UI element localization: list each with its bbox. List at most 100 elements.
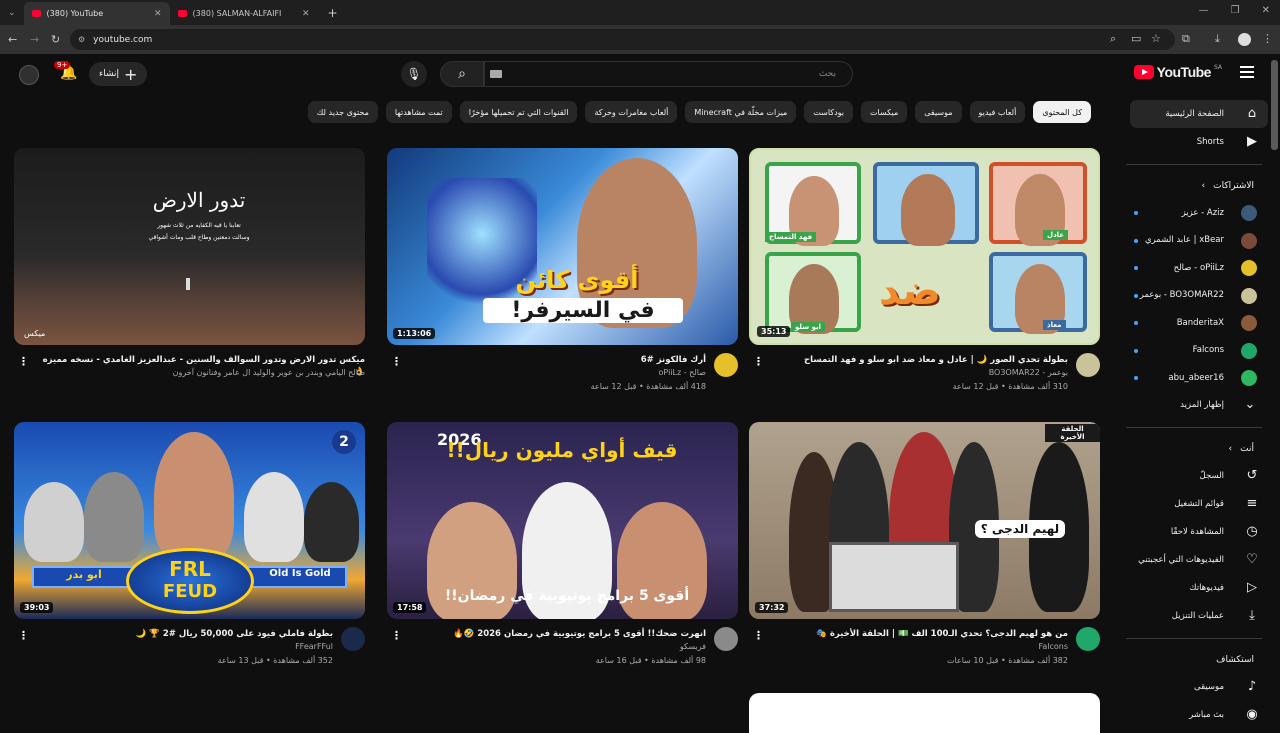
video-card[interactable]: ضد عادل فهد التمساح معاذ ابو سلو 35:13 ب… [749,148,1100,413]
chevron-left-icon: › [1228,444,1233,454]
voice-search-button[interactable]: 🎙 [401,61,427,87]
channel-avatar[interactable] [341,627,365,651]
hamburger-menu-icon[interactable] [1240,66,1254,78]
channel-avatar[interactable] [1076,353,1100,377]
extensions-icon[interactable]: ⧉ [1182,32,1190,46]
creator-image [304,482,359,562]
browser-tab-salman[interactable]: (380) SALMAN-ALFAIFI ✕ [170,2,318,25]
video-thumbnail[interactable]: أقوى كائن في السيرفر! 1:13:06 [387,148,738,345]
more-actions-icon[interactable]: ⋮ [391,355,402,368]
video-thumbnail[interactable]: الحلقة الأخيرة لهيم الدجى ؟ 37:32 [749,422,1100,619]
sidebar-item-downloads[interactable]: ⤓ عمليات التنزيل [1116,602,1280,630]
search-button[interactable]: ⌕ [440,61,484,87]
account-avatar[interactable] [19,65,39,85]
subscriptions-header[interactable]: الاشتراكات › [1116,173,1280,199]
channel-avatar[interactable] [714,353,738,377]
more-actions-icon[interactable]: ⋮ [753,355,764,368]
sidebar-item-music[interactable]: ♪ موسيقى [1116,673,1280,701]
tab-search-icon[interactable]: ⌄ [8,8,16,18]
you-header[interactable]: أنت › [1116,436,1280,462]
channel-avatar[interactable] [1076,627,1100,651]
close-tab-icon[interactable]: ✕ [302,9,310,19]
video-card[interactable]: أقوى كائن في السيرفر! 1:13:06 أرك فالكون… [387,148,738,413]
channel-name[interactable]: صالح - oPiiLz [409,368,706,377]
video-card[interactable]: 2 FRL FEUD ابو بدر Old Is Gold 39:03 بطو… [14,422,365,687]
sidebar-item-your-videos[interactable]: ▷ فيديوهاتك [1116,574,1280,602]
video-thumbnail[interactable]: 2 FRL FEUD ابو بدر Old Is Gold 39:03 [14,422,365,619]
profile-icon[interactable] [1238,33,1251,46]
subscription-aziz[interactable]: Aziz - عزيز [1116,199,1280,227]
channel-name[interactable]: FFearFFul [36,642,333,651]
sidebar-item-history[interactable]: ↺ السجلّ [1116,462,1280,490]
address-bar[interactable]: ⚙ youtube.com [70,29,1175,50]
new-content-dot [1134,348,1138,353]
subscription-abu-abeer16[interactable]: abu_abeer16 [1116,364,1280,392]
sidebar-item-shorts[interactable]: ▶ Shorts [1116,128,1280,156]
video-thumbnail[interactable]: ضد عادل فهد التمساح معاذ ابو سلو 35:13 [749,148,1100,345]
video-title[interactable]: أرك فالكونز #6 [409,354,706,366]
channel-name[interactable]: فريسكو [409,642,706,651]
chip-all[interactable]: كل المحتوى [1033,101,1091,123]
sidebar-item-label: المشاهدة لاحقًا [1170,527,1224,537]
back-icon[interactable]: ← [8,33,17,46]
channel-avatar[interactable] [714,627,738,651]
channel-name[interactable]: Falcons [771,642,1068,651]
youtube-logo[interactable]: YouTube SA [1133,64,1222,80]
sidebar-item-label: قوائم التشغيل [1174,499,1224,509]
chip-adventure-games[interactable]: ألعاب مغامرات وحركة [585,101,678,123]
chip-video-games[interactable]: ألعاب فيديو [969,101,1026,123]
browser-tab-youtube[interactable]: (380) YouTube ✕ [23,2,170,25]
chip-podcasts[interactable]: بودكاست [804,101,854,123]
video-title[interactable]: بطولة تحدي الصور 🌙 | عادل و معاذ ضد ابو … [771,354,1068,366]
keyboard-icon[interactable] [490,70,502,78]
sidebar-item-live[interactable]: ◉ بث مباشر [1116,701,1280,729]
video-card[interactable]: تدور الارض تعابنا يا قيه الكفايه من ثلاث… [14,148,365,413]
create-button[interactable]: + إنشاء [89,62,148,86]
chip-watched[interactable]: تمت مشاهدتها [385,101,452,123]
video-title[interactable]: بطولة فاملي فيود على 50,000 ريال #2 🏆 🌙 [36,628,333,640]
search-input[interactable]: بحث [484,61,853,87]
more-actions-icon[interactable]: ⋮ [18,355,29,368]
channel-name[interactable]: بوعمر - BO3OMAR22 [771,368,1068,377]
sidebar-item-home[interactable]: ⌂ الصفحة الرئيسية [1130,100,1268,128]
subscription-bo3omar22[interactable]: BO3OMAR22 - بوعمر [1116,282,1280,310]
sidebar-item-watch-later[interactable]: ◷ المشاهدة لاحقًا [1116,518,1280,546]
minimize-icon[interactable]: — [1199,5,1209,16]
chip-mixes[interactable]: ميكسات [861,101,908,123]
show-more-button[interactable]: ⌄ إظهار المزيد [1116,392,1280,420]
loading-video-card[interactable] [749,693,1100,733]
subscription-falcons[interactable]: Falcons [1116,337,1280,365]
chip-music[interactable]: موسيقى [915,101,962,123]
more-actions-icon[interactable]: ⋮ [391,629,402,642]
zoom-icon[interactable]: ⌕ [1110,32,1116,46]
forward-icon[interactable]: → [30,33,39,46]
subscription-banderitax[interactable]: BanderitaX [1116,309,1280,337]
page-scrollbar[interactable] [1271,60,1278,150]
reload-icon[interactable]: ↻ [51,33,60,46]
video-title[interactable]: من هو لهيم الدجى؟ تحدي الـ100 الف 💵 | ال… [771,628,1068,640]
site-info-icon[interactable]: ⚙ [78,35,85,44]
video-card[interactable]: 2026 قيف أواي مليون ريال!! أقوى 5 برامج … [387,422,738,687]
downloads-icon[interactable]: ⤓ [1215,32,1220,46]
more-actions-icon[interactable]: ⋮ [753,629,764,642]
video-thumbnail[interactable]: تدور الارض تعابنا يا قيه الكفايه من ثلاث… [14,148,365,345]
sidebar-item-liked-videos[interactable]: ♡ الفيديوهات التي أعجبتني [1116,546,1280,574]
more-actions-icon[interactable]: ⋮ [18,629,29,642]
subscription-xbear[interactable]: xBear | عابد الشمري [1116,227,1280,255]
video-title[interactable]: انهرت ضحك!! أقوى 5 برامج يوتيوبية في رمض… [409,628,706,640]
cast-icon[interactable]: ▭ [1131,32,1141,45]
channel-name[interactable]: صالح اليامي وبندر بن عوير والوليد ال عام… [36,368,365,377]
video-thumbnail[interactable]: 2026 قيف أواي مليون ريال!! أقوى 5 برامج … [387,422,738,619]
chip-new-to-you[interactable]: محتوى جديد لك [307,101,378,123]
browser-menu-icon[interactable]: ⋮ [1262,32,1273,45]
video-card[interactable]: الحلقة الأخيرة لهيم الدجى ؟ 37:32 من هو … [749,422,1100,687]
chip-recently-uploaded[interactable]: القنوات التي تم تحميلها مؤخرًا [459,101,578,123]
sidebar-item-playlists[interactable]: ≡ قوائم التشغيل [1116,490,1280,518]
close-tab-icon[interactable]: ✕ [154,9,162,19]
subscription-opiilz[interactable]: oPiiLz - صالح [1116,254,1280,282]
maximize-icon[interactable]: ❐ [1231,5,1240,16]
new-tab-icon[interactable]: + [328,6,338,20]
chip-minecraft[interactable]: ميزات مخلّة في Minecraft [685,101,797,123]
bookmark-star-icon[interactable]: ☆ [1151,32,1161,45]
close-window-icon[interactable]: ✕ [1262,5,1270,16]
